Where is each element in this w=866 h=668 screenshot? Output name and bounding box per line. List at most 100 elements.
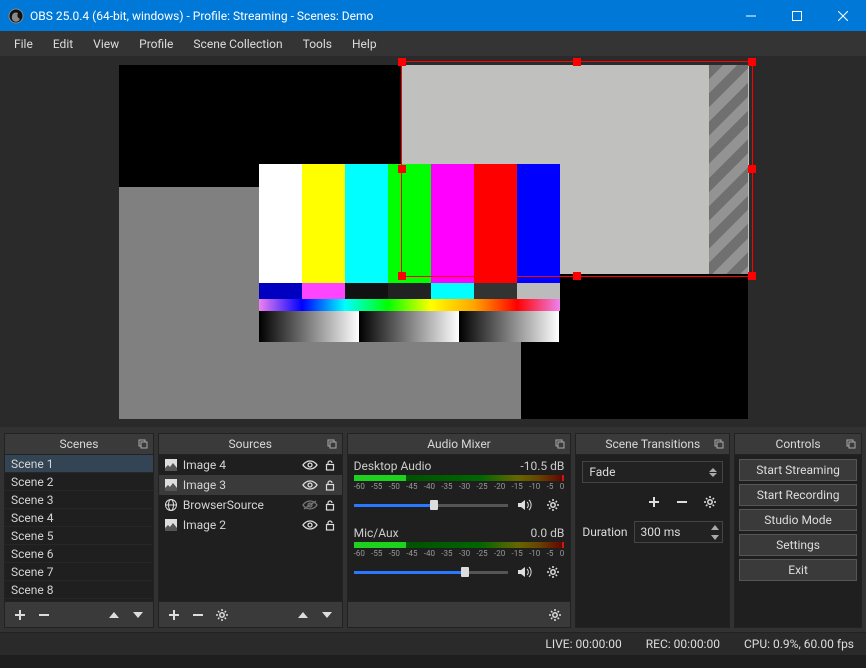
scenes-panel-header[interactable]: Scenes: [5, 434, 153, 455]
volume-slider[interactable]: [354, 499, 509, 511]
controls-panel-title: Controls: [776, 437, 821, 451]
source-move-up-button[interactable]: [292, 604, 314, 626]
undock-icon[interactable]: [136, 437, 150, 451]
start-recording-button[interactable]: Start Recording: [739, 484, 857, 506]
scenes-list[interactable]: Scene 1Scene 2Scene 3Scene 4Scene 5Scene…: [5, 455, 153, 601]
lock-toggle[interactable]: [322, 479, 338, 491]
spin-up-icon[interactable]: [708, 522, 722, 532]
lock-toggle[interactable]: [322, 519, 338, 531]
undock-icon[interactable]: [844, 437, 858, 451]
source-item[interactable]: Image 4: [159, 455, 342, 475]
source-item[interactable]: Image 2: [159, 515, 342, 535]
meter-ticks: -60-55-50-45-40-35-30-25-20-15-10-50: [354, 482, 565, 491]
menu-tools[interactable]: Tools: [293, 33, 342, 55]
close-button[interactable]: [820, 0, 866, 31]
lock-toggle[interactable]: [322, 499, 338, 511]
menu-view[interactable]: View: [83, 33, 129, 55]
visibility-toggle[interactable]: [302, 499, 318, 511]
source-item[interactable]: Image 3: [159, 475, 342, 495]
menu-help[interactable]: Help: [342, 33, 387, 55]
add-source-button[interactable]: [163, 604, 185, 626]
controls-panel-header[interactable]: Controls: [735, 434, 861, 455]
start-streaming-button[interactable]: Start Streaming: [739, 459, 857, 481]
scene-move-down-button[interactable]: [127, 604, 149, 626]
menu-file[interactable]: File: [4, 33, 43, 55]
titlebar: OBS 25.0.4 (64-bit, windows) - Profile: …: [0, 0, 866, 31]
menu-edit[interactable]: Edit: [43, 33, 83, 55]
image-icon: [163, 477, 179, 493]
undock-icon[interactable]: [712, 437, 726, 451]
selection-handle-mr[interactable]: [748, 165, 756, 173]
visibility-toggle[interactable]: [302, 459, 318, 471]
app-icon: [8, 8, 24, 24]
lock-toggle[interactable]: [322, 459, 338, 471]
remove-source-button[interactable]: [187, 604, 209, 626]
scene-move-up-button[interactable]: [103, 604, 125, 626]
visibility-toggle[interactable]: [302, 519, 318, 531]
scene-item[interactable]: Scene 4: [5, 509, 153, 527]
add-transition-button[interactable]: [643, 491, 665, 513]
sources-list[interactable]: Image 4Image 3BrowserSourceImage 2: [159, 455, 342, 601]
transition-select[interactable]: Fade: [582, 461, 723, 483]
scene-item[interactable]: Scene 3: [5, 491, 153, 509]
settings-button[interactable]: Settings: [739, 534, 857, 556]
scenes-panel-title: Scenes: [59, 437, 98, 451]
scene-item[interactable]: Scene 8: [5, 581, 153, 599]
mixer-channels: Desktop Audio -10.5 dB -60-55-50-45-40-35-…: [348, 455, 571, 601]
channel-level: -10.5 dB: [520, 459, 564, 473]
image-icon: [163, 457, 179, 473]
channel-settings-button[interactable]: [542, 494, 564, 516]
spin-down-icon[interactable]: [708, 532, 722, 542]
status-cpu: CPU: 0.9%, 60.00 fps: [744, 637, 854, 651]
remove-scene-button[interactable]: [33, 604, 55, 626]
add-scene-button[interactable]: [9, 604, 31, 626]
channel-level: 0.0 dB: [530, 526, 564, 540]
scene-item[interactable]: Scene 5: [5, 527, 153, 545]
menu-profile[interactable]: Profile: [129, 33, 183, 55]
mixer-panel: Audio Mixer Desktop Audio -10.5 dB -60-55-…: [347, 433, 572, 628]
mixer-settings-button[interactable]: [544, 604, 566, 626]
undock-icon[interactable]: [325, 437, 339, 451]
scene-item[interactable]: Scene 2: [5, 473, 153, 491]
source-region-testpattern[interactable]: [259, 164, 560, 342]
sources-panel-header[interactable]: Sources: [159, 434, 342, 455]
source-item[interactable]: BrowserSource: [159, 495, 342, 515]
sources-panel: Sources Image 4Image 3BrowserSourceImage…: [158, 433, 343, 628]
transition-duration-label: Duration: [582, 525, 627, 539]
mixer-channel: Desktop Audio -10.5 dB -60-55-50-45-40-35-…: [348, 455, 571, 522]
visibility-toggle[interactable]: [302, 479, 318, 491]
window-title: OBS 25.0.4 (64-bit, windows) - Profile: …: [30, 9, 728, 23]
scene-item[interactable]: Scene 6: [5, 545, 153, 563]
scene-item[interactable]: Scene 1: [5, 455, 153, 473]
source-move-down-button[interactable]: [316, 604, 338, 626]
sources-panel-title: Sources: [229, 437, 272, 451]
studio-mode-button[interactable]: Studio Mode: [739, 509, 857, 531]
undock-icon[interactable]: [553, 437, 567, 451]
speaker-icon[interactable]: [514, 561, 536, 583]
maximize-button[interactable]: [774, 0, 820, 31]
speaker-icon[interactable]: [514, 494, 536, 516]
menu-scene-collection[interactable]: Scene Collection: [183, 33, 292, 55]
channel-name: Mic/Aux: [354, 526, 399, 540]
transition-duration-input[interactable]: 300 ms: [634, 521, 724, 543]
audio-meter: [354, 475, 565, 481]
controls-panel: Controls Start Streaming Start Recording…: [734, 433, 862, 628]
transitions-panel-title: Scene Transitions: [605, 437, 700, 451]
scenes-panel: Scenes Scene 1Scene 2Scene 3Scene 4Scene…: [4, 433, 154, 628]
transitions-panel-header[interactable]: Scene Transitions: [576, 434, 729, 455]
mixer-panel-header[interactable]: Audio Mixer: [348, 434, 571, 455]
volume-slider[interactable]: [354, 566, 509, 578]
remove-transition-button[interactable]: [671, 491, 693, 513]
preview-canvas[interactable]: [119, 65, 748, 419]
source-properties-button[interactable]: [211, 604, 233, 626]
selection-handle-tr[interactable]: [748, 58, 756, 66]
source-region-stripes[interactable]: [709, 65, 748, 274]
selection-handle-br[interactable]: [748, 272, 756, 280]
channel-settings-button[interactable]: [542, 561, 564, 583]
scene-item[interactable]: Scene 7: [5, 563, 153, 581]
minimize-button[interactable]: [728, 0, 774, 31]
transition-properties-button[interactable]: [699, 491, 721, 513]
status-live: LIVE: 00:00:00: [545, 637, 621, 651]
exit-button[interactable]: Exit: [739, 559, 857, 581]
channel-name: Desktop Audio: [354, 459, 432, 473]
